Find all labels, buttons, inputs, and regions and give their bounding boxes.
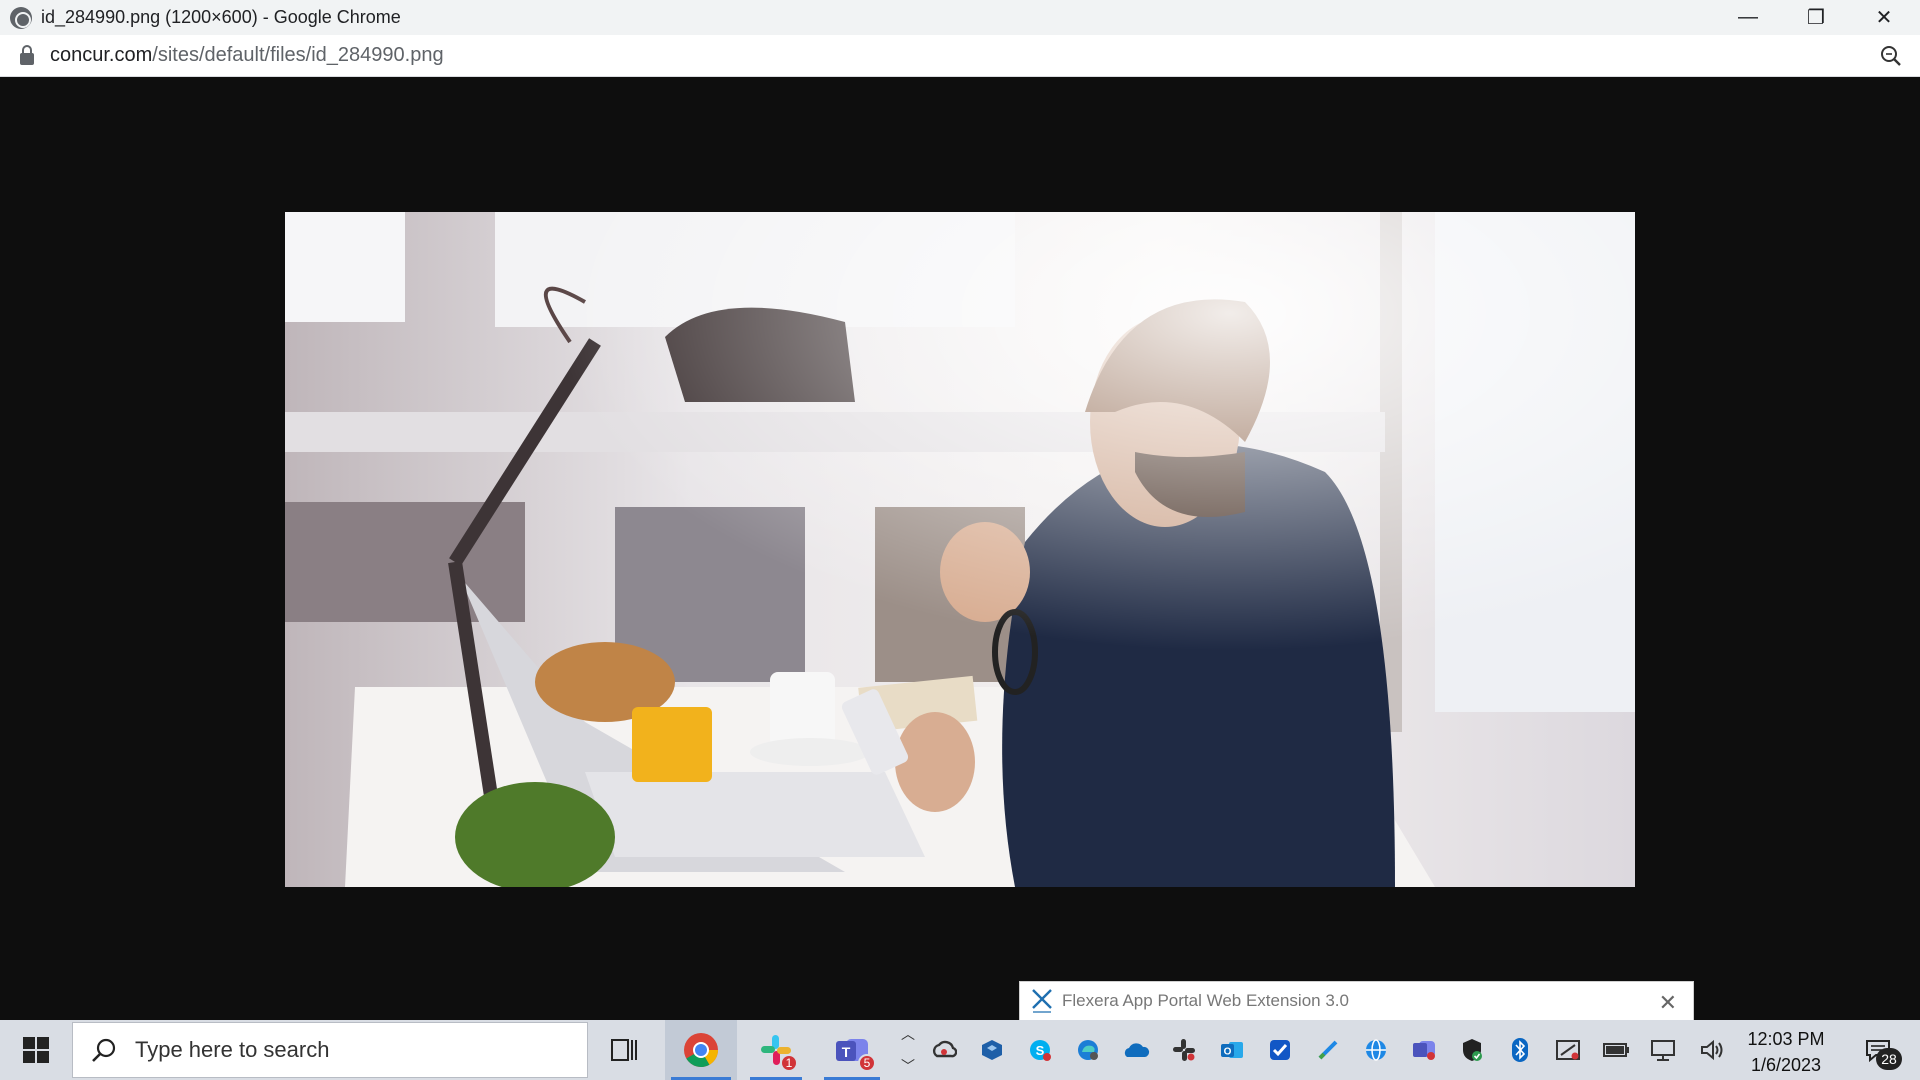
minimize-icon: — [1738, 6, 1758, 28]
onedrive-icon[interactable] [1112, 1020, 1160, 1080]
slack-taskbar-button[interactable]: 1 [744, 1020, 808, 1080]
action-center-button[interactable]: 28 [1848, 1020, 1908, 1080]
search-placeholder: Type here to search [135, 1037, 330, 1062]
pen-icon[interactable] [1304, 1020, 1352, 1080]
globe-icon [10, 6, 32, 29]
search-icon [92, 1038, 116, 1062]
windows-logo-icon [23, 1037, 49, 1063]
zoom-icon[interactable] [1880, 45, 1902, 67]
minimize-button[interactable]: — [1714, 0, 1782, 35]
snipping-icon[interactable] [1544, 1020, 1592, 1080]
slack-tray-icon[interactable] [1160, 1020, 1208, 1080]
virtualbox-icon[interactable] [968, 1020, 1016, 1080]
show-hidden-icons-button[interactable]: ︿ ﹀ [895, 1020, 921, 1080]
url-field[interactable]: concur.com/sites/default/files/id_284990… [50, 44, 444, 67]
battery-icon[interactable] [1592, 1020, 1640, 1080]
teams-taskbar-button[interactable]: T 5 [818, 1020, 886, 1080]
taskbar-search-box[interactable]: Type here to search [72, 1022, 588, 1078]
clock-time: 12:03 PM [1747, 1029, 1825, 1049]
notification-close-button[interactable]: ✕ [1659, 990, 1677, 1016]
flexera-logo-icon [1032, 989, 1052, 1013]
network-icon[interactable] [1640, 1020, 1688, 1080]
teams-tray-icon[interactable] [1400, 1020, 1448, 1080]
extension-notification[interactable]: Flexera App Portal Web Extension 3.0 ✕ [1019, 981, 1694, 1021]
taskbar-clock[interactable]: 12:03 PM 1/6/2023 [1736, 1026, 1836, 1078]
taskbar: Type here to search 1 T 5 ︿ ﹀ S O 12:03 … [0, 1020, 1920, 1080]
displayed-image[interactable] [285, 212, 1635, 887]
notification-count-badge: 28 [1876, 1048, 1902, 1070]
clock-date: 1/6/2023 [1750, 1055, 1822, 1075]
skype-icon[interactable]: S [1016, 1020, 1064, 1080]
url-path: /sites/default/files/id_284990.png [152, 44, 444, 66]
defender-icon[interactable] [1448, 1020, 1496, 1080]
restore-button[interactable]: ❐ [1782, 0, 1850, 35]
chevron-up-icon: ︿ [901, 1026, 915, 1042]
task-view-button[interactable] [592, 1020, 656, 1080]
volume-icon[interactable] [1688, 1020, 1736, 1080]
task-view-icon [611, 1039, 637, 1061]
title-bar: id_284990.png (1200×600) - Google Chrome… [0, 0, 1920, 35]
notification-text: Flexera App Portal Web Extension 3.0 [1062, 991, 1349, 1010]
address-bar[interactable]: concur.com/sites/default/files/id_284990… [0, 35, 1920, 77]
start-button[interactable] [0, 1020, 72, 1080]
chevron-down-icon: ﹀ [901, 1058, 915, 1074]
bluetooth-icon[interactable] [1496, 1020, 1544, 1080]
image-viewport [0, 78, 1920, 1020]
globe-tray-icon[interactable] [1352, 1020, 1400, 1080]
edge-icon[interactable] [1064, 1020, 1112, 1080]
close-button[interactable]: ✕ [1850, 0, 1918, 35]
photo-illustration [285, 212, 1635, 887]
svg-text:T: T [842, 1044, 851, 1060]
chrome-icon [684, 1033, 718, 1067]
restore-icon: ❐ [1807, 7, 1825, 29]
creative-cloud-icon[interactable] [920, 1020, 968, 1080]
chrome-taskbar-button[interactable] [665, 1020, 737, 1080]
svg-text:O: O [1224, 1047, 1232, 1058]
teams-badge: 5 [858, 1054, 876, 1072]
checkbox-app-icon[interactable] [1256, 1020, 1304, 1080]
lock-icon[interactable] [20, 44, 34, 65]
outlook-icon[interactable]: O [1208, 1020, 1256, 1080]
window-title: id_284990.png (1200×600) - Google Chrome [41, 7, 401, 27]
url-domain: concur.com [50, 44, 153, 66]
slack-badge: 1 [780, 1054, 798, 1072]
close-icon: ✕ [1875, 7, 1893, 29]
